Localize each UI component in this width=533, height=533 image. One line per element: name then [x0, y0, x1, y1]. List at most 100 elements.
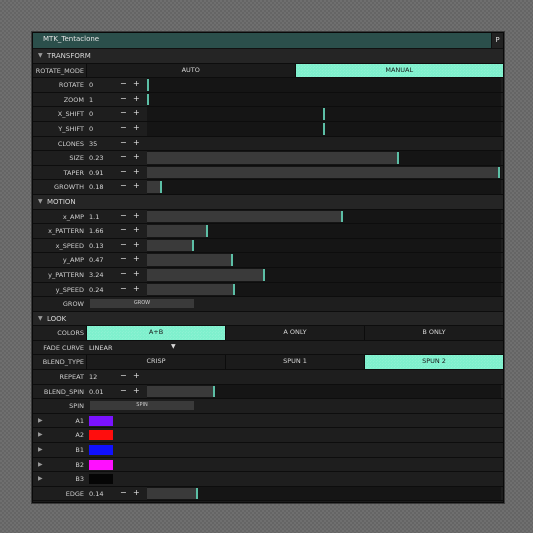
- slider-track[interactable]: [147, 107, 501, 121]
- value-field[interactable]: 0.47: [89, 256, 103, 264]
- decrement-button[interactable]: −: [120, 386, 127, 395]
- section-look[interactable]: ▼ LOOK: [33, 311, 503, 327]
- increment-button[interactable]: +: [133, 269, 140, 278]
- fade-curve-dropdown[interactable]: LINEAR ▼: [89, 343, 176, 352]
- increment-button[interactable]: +: [133, 79, 140, 88]
- increment-button[interactable]: +: [133, 371, 140, 380]
- value-field[interactable]: 0.91: [89, 169, 103, 177]
- decrement-button[interactable]: −: [120, 79, 127, 88]
- slider-track[interactable]: [147, 78, 501, 92]
- decrement-button[interactable]: −: [120, 123, 127, 132]
- value-field[interactable]: 0.23: [89, 154, 103, 162]
- option-a-plus-b[interactable]: A+B: [86, 326, 225, 340]
- decrement-button[interactable]: −: [120, 254, 127, 263]
- slider-track[interactable]: [147, 151, 501, 165]
- slider-handle[interactable]: [160, 181, 163, 193]
- slider-track[interactable]: [147, 238, 501, 253]
- decrement-button[interactable]: −: [120, 211, 127, 220]
- slider-track[interactable]: [147, 165, 501, 180]
- triangle-down-icon[interactable]: ▼: [38, 198, 43, 205]
- option-b-only[interactable]: B ONLY: [364, 326, 503, 340]
- decrement-button[interactable]: −: [120, 284, 127, 293]
- color-swatch[interactable]: [89, 445, 113, 456]
- value-field[interactable]: 35: [89, 140, 97, 148]
- slider-handle[interactable]: [340, 210, 343, 223]
- decrement-button[interactable]: −: [120, 371, 127, 380]
- slider-track[interactable]: [147, 267, 501, 282]
- slider-handle[interactable]: [195, 487, 198, 500]
- slider-track[interactable]: [147, 282, 501, 297]
- color-swatch[interactable]: [89, 430, 113, 441]
- color-swatch[interactable]: [89, 459, 113, 470]
- option-spun-1[interactable]: SPUN 1: [225, 355, 364, 370]
- slider-track[interactable]: [147, 486, 501, 501]
- value-field[interactable]: 0.24: [89, 286, 103, 294]
- increment-button[interactable]: +: [133, 181, 140, 190]
- increment-button[interactable]: +: [133, 167, 140, 176]
- slider-track[interactable]: [147, 253, 501, 267]
- slider-track[interactable]: [147, 209, 501, 224]
- decrement-button[interactable]: −: [120, 488, 127, 497]
- value-field[interactable]: 0.13: [89, 242, 103, 250]
- increment-button[interactable]: +: [133, 211, 140, 220]
- section-transform[interactable]: ▼ TRANSFORM: [33, 49, 503, 64]
- decrement-button[interactable]: −: [120, 269, 127, 278]
- grow-button[interactable]: GROW: [90, 299, 194, 309]
- value-field[interactable]: 0: [89, 81, 93, 89]
- color-swatch[interactable]: [89, 415, 113, 426]
- value-field[interactable]: 3.24: [89, 271, 103, 279]
- value-field[interactable]: 1.1: [89, 213, 99, 221]
- increment-button[interactable]: +: [133, 386, 140, 395]
- increment-button[interactable]: +: [133, 284, 140, 293]
- value-field[interactable]: 0.14: [89, 490, 103, 498]
- increment-button[interactable]: +: [133, 488, 140, 497]
- value-field[interactable]: 1.66: [89, 227, 103, 235]
- slider-handle[interactable]: [147, 93, 149, 106]
- value-field[interactable]: 0: [89, 125, 93, 133]
- slider-track[interactable]: [147, 180, 501, 194]
- increment-button[interactable]: +: [133, 152, 140, 161]
- value-field[interactable]: 0.18: [89, 183, 103, 191]
- slider-handle[interactable]: [323, 122, 325, 135]
- triangle-down-icon[interactable]: ▼: [38, 52, 43, 59]
- slider-handle[interactable]: [397, 152, 400, 164]
- increment-button[interactable]: +: [133, 108, 140, 117]
- decrement-button[interactable]: −: [120, 108, 127, 117]
- increment-button[interactable]: +: [133, 240, 140, 249]
- decrement-button[interactable]: −: [120, 138, 127, 147]
- increment-button[interactable]: +: [133, 123, 140, 132]
- spin-button[interactable]: SPIN: [90, 401, 194, 411]
- value-field[interactable]: 0: [89, 110, 93, 118]
- slider-handle[interactable]: [262, 268, 265, 281]
- option-crisp[interactable]: CRISP: [86, 355, 225, 370]
- corner-button[interactable]: P: [491, 33, 503, 48]
- slider-handle[interactable]: [213, 385, 216, 398]
- slider-handle[interactable]: [147, 79, 149, 91]
- value-field[interactable]: 12: [89, 373, 97, 381]
- slider-handle[interactable]: [230, 254, 233, 266]
- slider-handle[interactable]: [206, 225, 209, 237]
- option-a-only[interactable]: A ONLY: [225, 326, 364, 340]
- increment-button[interactable]: +: [133, 94, 140, 103]
- triangle-down-icon[interactable]: ▼: [38, 315, 43, 322]
- increment-button[interactable]: +: [133, 225, 140, 234]
- slider-handle[interactable]: [323, 108, 325, 120]
- value-field[interactable]: 1: [89, 96, 93, 104]
- slider-handle[interactable]: [232, 283, 235, 296]
- decrement-button[interactable]: −: [120, 94, 127, 103]
- decrement-button[interactable]: −: [120, 240, 127, 249]
- option-spun-2[interactable]: SPUN 2: [364, 355, 503, 370]
- slider-track[interactable]: [147, 121, 501, 136]
- decrement-button[interactable]: −: [120, 167, 127, 176]
- slider-track[interactable]: [147, 384, 501, 399]
- decrement-button[interactable]: −: [120, 181, 127, 190]
- option-auto[interactable]: AUTO: [86, 63, 295, 78]
- decrement-button[interactable]: −: [120, 152, 127, 161]
- slider-track[interactable]: [147, 92, 501, 107]
- color-swatch[interactable]: [89, 474, 113, 485]
- decrement-button[interactable]: −: [120, 225, 127, 234]
- increment-button[interactable]: +: [133, 254, 140, 263]
- increment-button[interactable]: +: [133, 138, 140, 147]
- slider-handle[interactable]: [498, 166, 501, 179]
- section-motion[interactable]: ▼ MOTION: [33, 194, 503, 210]
